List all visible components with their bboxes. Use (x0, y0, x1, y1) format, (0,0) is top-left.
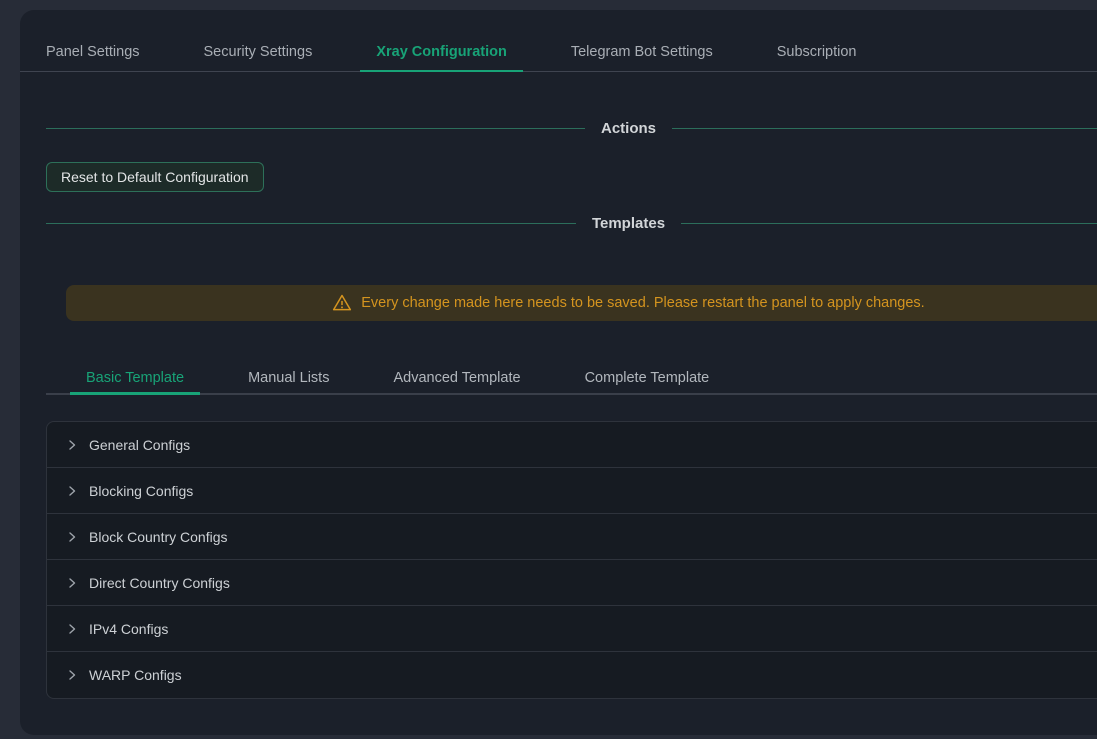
warning-icon (332, 293, 352, 313)
page: { "tabs": { "active": "Xray Configuratio… (0, 0, 1097, 739)
tab-complete-template[interactable]: Complete Template (569, 350, 726, 393)
templates-section-title: Templates (592, 215, 665, 232)
reset-to-default-button[interactable]: Reset to Default Configuration (46, 162, 264, 192)
tab-xray-configuration[interactable]: Xray Configuration (360, 42, 523, 71)
chevron-right-icon (66, 439, 78, 451)
accordion-item-label: Direct Country Configs (89, 575, 230, 591)
tab-telegram-bot-settings[interactable]: Telegram Bot Settings (555, 42, 729, 71)
divider-line (46, 223, 576, 224)
tab-panel-settings[interactable]: Panel Settings (30, 42, 156, 71)
accordion-item-general-configs[interactable]: General Configs (47, 422, 1097, 468)
accordion-item-label: Block Country Configs (89, 529, 228, 545)
chevron-right-icon (66, 669, 78, 681)
accordion-item-block-country-configs[interactable]: Block Country Configs (47, 514, 1097, 560)
accordion-item-direct-country-configs[interactable]: Direct Country Configs (47, 560, 1097, 606)
settings-tab-bar: Panel Settings Security Settings Xray Co… (20, 10, 1097, 72)
divider-line (672, 128, 1097, 129)
actions-section-divider: Actions (46, 118, 1097, 138)
tab-advanced-template[interactable]: Advanced Template (377, 350, 536, 393)
settings-card: Panel Settings Security Settings Xray Co… (20, 10, 1097, 735)
chevron-right-icon (66, 623, 78, 635)
chevron-right-icon (66, 577, 78, 589)
tab-security-settings[interactable]: Security Settings (188, 42, 329, 71)
chevron-right-icon (66, 485, 78, 497)
tab-basic-template[interactable]: Basic Template (70, 350, 200, 393)
warning-message: Every change made here needs to be saved… (361, 295, 924, 311)
divider-line (46, 128, 585, 129)
accordion-item-ipv4-configs[interactable]: IPv4 Configs (47, 606, 1097, 652)
accordion-item-warp-configs[interactable]: WARP Configs (47, 652, 1097, 698)
chevron-right-icon (66, 531, 78, 543)
configs-accordion: General Configs Blocking Configs Block C… (46, 421, 1097, 699)
accordion-item-label: General Configs (89, 437, 190, 453)
accordion-item-label: IPv4 Configs (89, 621, 168, 637)
tab-subscription[interactable]: Subscription (761, 42, 873, 71)
tab-manual-lists[interactable]: Manual Lists (232, 350, 345, 393)
templates-section-divider: Templates (46, 213, 1097, 233)
accordion-item-label: Blocking Configs (89, 483, 193, 499)
accordion-item-blocking-configs[interactable]: Blocking Configs (47, 468, 1097, 514)
actions-section-title: Actions (601, 120, 656, 137)
template-tab-bar: Basic Template Manual Lists Advanced Tem… (46, 350, 1097, 395)
divider-line (681, 223, 1097, 224)
restart-warning-banner: Every change made here needs to be saved… (66, 285, 1097, 321)
accordion-item-label: WARP Configs (89, 667, 182, 683)
